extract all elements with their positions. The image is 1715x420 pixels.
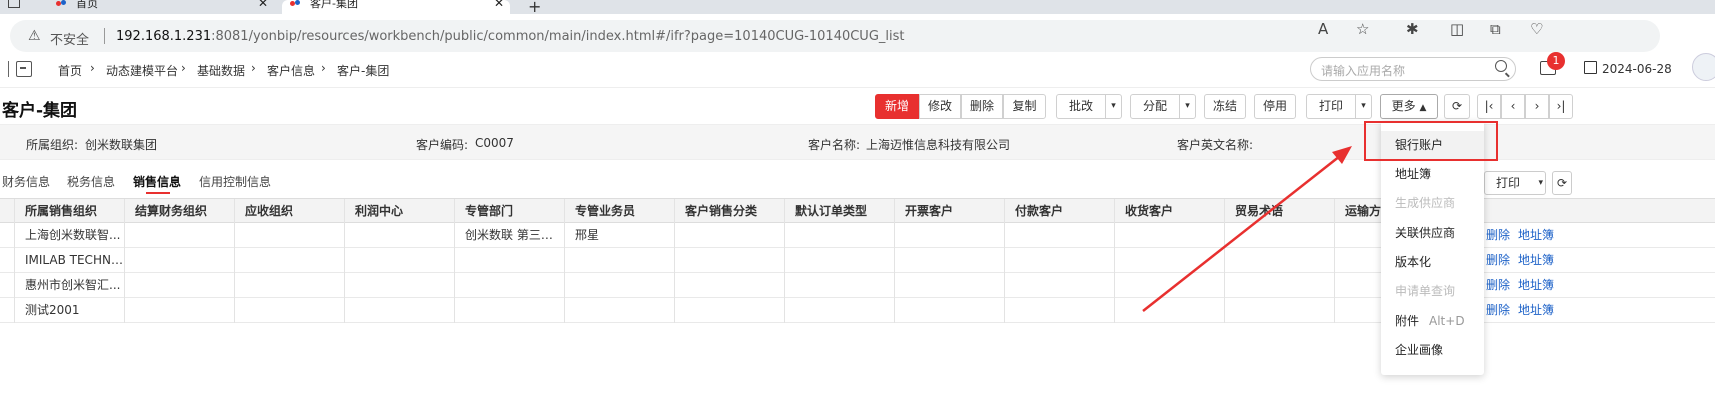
- annotation-arrow: [1142, 146, 1352, 312]
